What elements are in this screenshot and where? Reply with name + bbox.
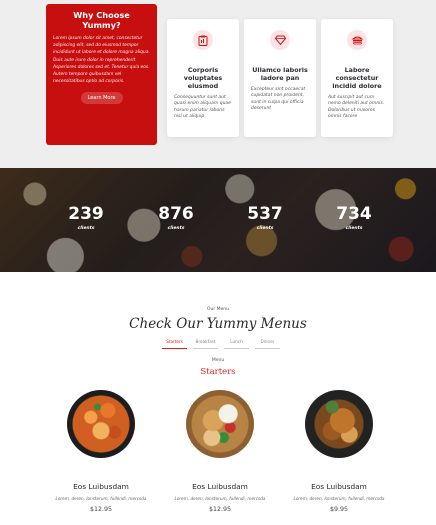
dish-price: $9.95 <box>329 506 349 513</box>
dish-ingredients: Lorem, deren, lonsterum, fullendi, mercs… <box>55 496 147 501</box>
stat-label: clients <box>345 226 363 231</box>
dish-name: Eos Luibusdam <box>311 482 367 491</box>
menu-tabs: Starters Breakfast Lunch Dinner <box>162 339 286 349</box>
dish-image[interactable] <box>305 390 373 458</box>
stat-item: 239 clients <box>61 204 111 231</box>
tab-starters[interactable]: Starters <box>162 339 187 349</box>
why-text: Lorem ipsum dolor sit amet, consectetur … <box>53 36 150 85</box>
feature-card: Ullamco laboris ladore pan Excepteur sin… <box>244 19 316 137</box>
stat-label: clients <box>167 226 185 231</box>
dish-name: Eos Luibusdam <box>192 482 248 491</box>
feature-card: Corporis voluptates eiusmod Consequuntur… <box>167 19 239 137</box>
menu-section: Our Menu Check Our Yummy Menus Starters … <box>0 272 436 525</box>
menu-item[interactable]: Eos Luibusdam Lorem, deren, lonsterum, f… <box>51 390 151 513</box>
tab-dinner[interactable]: Dinner <box>255 339 280 349</box>
dish-name: Eos Luibusdam <box>73 482 129 491</box>
menu-subheading: Menu <box>211 358 225 363</box>
stat-item: 734 clients <box>329 204 379 231</box>
learn-more-button[interactable]: Learn More <box>80 92 123 105</box>
why-box: Why Choose Yummy? Lorem ipsum dolor sit … <box>46 4 157 145</box>
menu-title: Check Our Yummy Menus <box>129 316 307 332</box>
clipboard-icon <box>193 30 213 50</box>
gem-icon <box>270 30 290 50</box>
stat-label: clients <box>77 226 95 231</box>
why-section: Why Choose Yummy? Lorem ipsum dolor sit … <box>0 0 436 168</box>
feature-card: Labore consectetur incidid dolore Aut su… <box>321 19 393 137</box>
menu-category: Starters <box>200 367 236 377</box>
stat-value: 876 <box>158 204 194 224</box>
why-title: Why Choose Yummy? <box>73 10 130 30</box>
stat-value: 537 <box>247 204 283 224</box>
tab-breakfast[interactable]: Breakfast <box>193 339 218 349</box>
dish-ingredients: Lorem, deren, lonsterum, fullendi, mercs… <box>293 496 385 501</box>
card-title: Ullamco laboris ladore pan <box>252 66 308 82</box>
tab-lunch[interactable]: Lunch <box>224 339 249 349</box>
card-text: Excepteur sint occaecat cupidatat non pr… <box>251 87 306 111</box>
stat-item: 876 clients <box>151 204 201 231</box>
card-text: Consequuntur sunt aut quasi enim aliquam… <box>174 95 231 119</box>
stat-value: 239 <box>68 204 104 224</box>
card-title: Labore consectetur incidid dolore <box>332 66 382 90</box>
stats-section: 239 clients 876 clients 537 clients 734 … <box>0 168 436 272</box>
dish-ingredients: Lorem, deren, lonsterum, fullendi, mercs… <box>174 496 266 501</box>
menu-eyebrow: Our Menu <box>206 307 230 312</box>
dish-image[interactable] <box>186 390 254 458</box>
menu-item[interactable]: Eos Luibusdam Lorem, deren, lonsterum, f… <box>289 390 389 513</box>
card-text: Aut suscipit aut cum nemo deleniti aut o… <box>328 95 385 119</box>
inbox-icon <box>347 30 367 50</box>
card-title: Corporis voluptates eiusmod <box>183 66 223 90</box>
stat-item: 537 clients <box>240 204 290 231</box>
menu-item[interactable]: Eos Luibusdam Lorem, deren, lonsterum, f… <box>170 390 270 513</box>
dish-price: $12.95 <box>89 506 113 513</box>
stat-value: 734 <box>336 204 372 224</box>
dish-price: $12.95 <box>208 506 232 513</box>
dish-image[interactable] <box>67 390 135 458</box>
stat-label: clients <box>256 226 274 231</box>
